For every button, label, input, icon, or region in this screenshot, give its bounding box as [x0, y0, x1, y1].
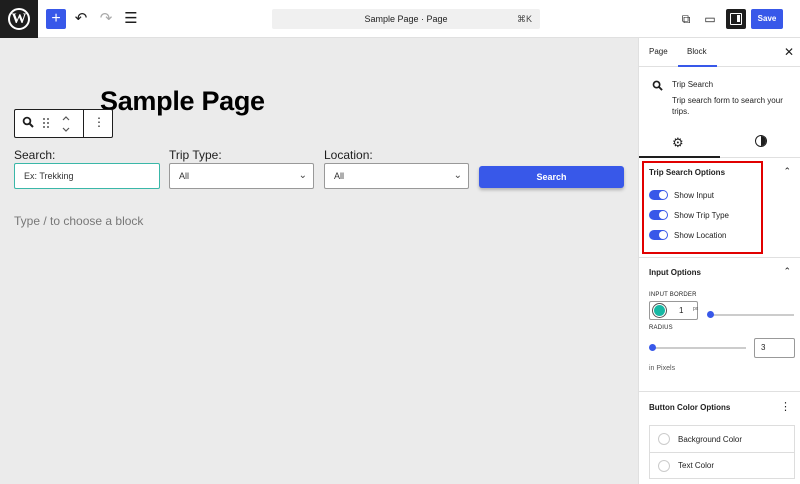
editor-canvas[interactable]: Sample Page ⋮ Search: Trip Type: Locatio…: [0, 38, 638, 484]
radius-input[interactable]: 3: [754, 338, 795, 358]
chevron-up-icon[interactable]: ⌃: [783, 266, 791, 277]
device-preview-icon[interactable]: ▭: [701, 10, 719, 28]
toggle-label: Show Location: [674, 230, 727, 240]
block-mover[interactable]: [60, 113, 72, 135]
search-icon[interactable]: [22, 116, 36, 130]
wordpress-logo[interactable]: W: [0, 0, 38, 38]
panel-divider: [639, 257, 800, 258]
block-toolbar: ⋮: [14, 109, 113, 138]
color-indicator: [658, 459, 670, 472]
search-button[interactable]: Search: [479, 166, 624, 188]
chevron-down-icon: ⌄: [453, 170, 462, 181]
color-option-label: Text Color: [678, 461, 715, 470]
toggle-switch[interactable]: [649, 230, 668, 240]
settings-toggle-button[interactable]: [726, 9, 746, 29]
panel-divider: [639, 391, 800, 392]
redo-icon[interactable]: ↷: [96, 9, 116, 29]
shortcut-hint: ⌘K: [516, 14, 532, 24]
document-overview-icon[interactable]: ☰: [121, 9, 141, 29]
tab-block[interactable]: Block: [687, 47, 707, 56]
wordpress-logo-icon: W: [8, 8, 30, 30]
page-title[interactable]: Sample Page: [100, 86, 265, 117]
tab-page[interactable]: Page: [649, 47, 668, 56]
view-page-icon[interactable]: ⧉: [677, 10, 695, 28]
location-value: All: [334, 171, 345, 181]
search-input[interactable]: Ex: Trekking: [14, 163, 160, 189]
drag-handle-icon[interactable]: [42, 117, 52, 131]
radius-help: in Pixels: [649, 365, 676, 372]
toggle-switch[interactable]: [649, 210, 668, 220]
border-width-slider-thumb[interactable]: [707, 311, 714, 318]
border-unit: px: [693, 306, 699, 312]
chevron-up-icon[interactable]: ⌃: [783, 166, 791, 177]
toggle-show-location[interactable]: Show Location: [649, 229, 726, 241]
trip-search-options-title[interactable]: Trip Search Options: [649, 168, 725, 177]
more-options-icon[interactable]: ⋮: [93, 115, 105, 131]
border-width-slider-track[interactable]: [708, 314, 794, 316]
location-select[interactable]: All ⌄: [324, 163, 469, 189]
border-width-value[interactable]: 1: [679, 306, 683, 315]
styles-icon[interactable]: [755, 135, 767, 147]
chevron-down-icon: ⌄: [298, 170, 307, 181]
input-border-label: INPUT BORDER: [649, 292, 697, 298]
trip-type-label: Trip Type:: [169, 148, 222, 162]
toggle-show-input[interactable]: Show Input: [649, 189, 714, 201]
color-option-label: Background Color: [678, 434, 743, 444]
radius-slider-track[interactable]: [651, 347, 746, 349]
undo-icon[interactable]: ↶: [71, 9, 91, 29]
sidebar-panel-icon: [730, 13, 742, 25]
toolbar-separator: [83, 110, 84, 137]
block-inspector-tabs: ⚙: [639, 130, 800, 158]
gear-icon[interactable]: ⚙: [672, 135, 684, 151]
add-block-button[interactable]: +: [46, 9, 66, 29]
command-palette-bar[interactable]: Sample Page · Page ⌘K: [272, 9, 540, 29]
active-subtab-indicator: [639, 156, 720, 158]
color-indicator: [658, 433, 670, 445]
button-color-list: Background Color Text Color: [649, 425, 795, 479]
input-border-control[interactable]: 1 px: [649, 301, 698, 320]
toggle-show-trip-type[interactable]: Show Trip Type: [649, 209, 729, 221]
radius-label: RADIUS: [649, 325, 673, 331]
search-label: Search:: [14, 148, 56, 162]
close-icon[interactable]: ✕: [784, 45, 794, 59]
search-icon: [652, 80, 663, 94]
sidebar-tabs: Page Block ✕: [639, 38, 800, 67]
active-tab-indicator: [678, 65, 717, 67]
editor-header: W + ↶ ↷ ☰ Sample Page · Page ⌘K ⧉ ▭ Save: [0, 0, 800, 38]
toggle-label: Show Trip Type: [674, 210, 729, 220]
trip-type-value: All: [179, 171, 190, 181]
location-label: Location:: [324, 148, 373, 162]
trip-type-select[interactable]: All ⌄: [169, 163, 314, 189]
block-description: Trip search form to search your trips.: [672, 96, 783, 116]
input-options-title[interactable]: Input Options: [649, 268, 701, 277]
document-title: Sample Page · Page: [364, 14, 448, 24]
save-button[interactable]: Save: [751, 9, 783, 29]
button-color-options-title[interactable]: Button Color Options: [649, 403, 730, 412]
block-appender-hint[interactable]: Type / to choose a block: [14, 214, 143, 228]
block-name: Trip Search: [672, 80, 714, 89]
radius-slider-thumb[interactable]: [649, 344, 656, 351]
toggle-switch[interactable]: [649, 190, 668, 200]
settings-sidebar: Page Block ✕ Trip Search Trip search for…: [638, 38, 800, 484]
background-color-option[interactable]: Background Color: [650, 426, 794, 452]
more-options-icon[interactable]: ⋮: [780, 400, 791, 413]
text-color-option[interactable]: Text Color: [650, 452, 794, 478]
border-color-swatch[interactable]: [653, 304, 666, 317]
toggle-label: Show Input: [674, 190, 715, 200]
